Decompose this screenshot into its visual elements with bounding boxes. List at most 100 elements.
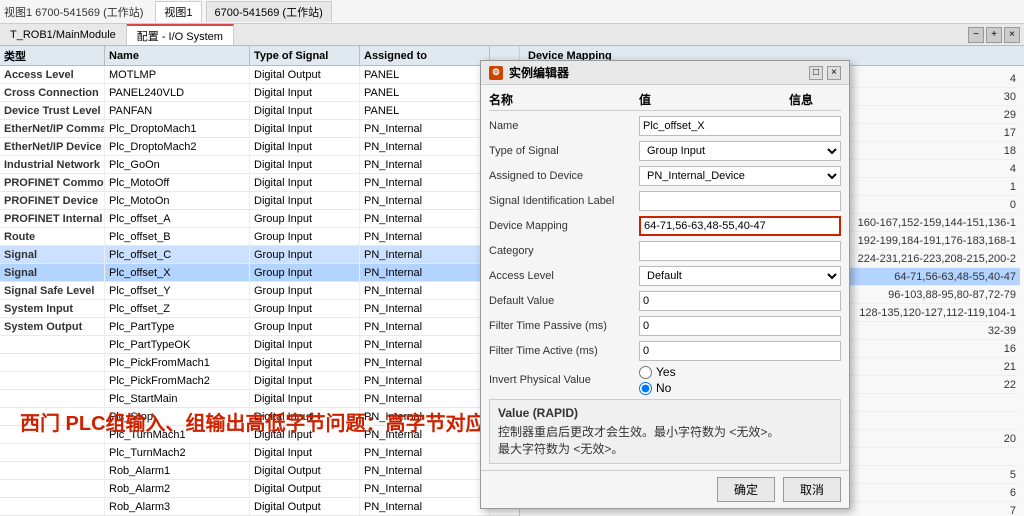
cell-assigned: PN_Internal [360, 390, 490, 407]
radio-yes-input[interactable] [639, 366, 652, 379]
dialog-body: 名称 值 信息 Name Type of Signal Group Input … [481, 85, 849, 470]
table-row[interactable]: EtherNet/IP Command Plc_DroptoMach1 Digi… [0, 120, 519, 138]
filter-passive-input[interactable] [639, 316, 841, 336]
radio-no-label: No [656, 381, 671, 395]
table-row[interactable]: Plc_StartMain Digital Input PN_Internal [0, 390, 519, 408]
type-signal-select[interactable]: Group Input Group Output Digital Input D… [639, 141, 841, 161]
cell-type [0, 372, 105, 389]
radio-yes[interactable]: Yes [639, 365, 841, 379]
signal-id-input[interactable] [639, 191, 841, 211]
dialog-close-btn[interactable]: × [827, 66, 841, 80]
table-row[interactable]: System Output Plc_PartType Group Input P… [0, 318, 519, 336]
cell-signal: Digital Input [250, 372, 360, 389]
instance-editor-dialog[interactable]: ⚙ 实例编辑器 □ × 名称 值 信息 Name Typ [480, 60, 850, 509]
table-row[interactable]: PROFINET Internal Device Plc_offset_A Gr… [0, 210, 519, 228]
minus-btn[interactable]: − [968, 27, 984, 43]
filter-active-input[interactable] [639, 341, 841, 361]
category-input[interactable] [639, 241, 841, 261]
access-level-select[interactable]: Default ReadOnly [639, 266, 841, 286]
table-row[interactable]: EtherNet/IP Device Plc_DroptoMach2 Digit… [0, 138, 519, 156]
cell-signal: Digital Input [250, 336, 360, 353]
top-tab-2[interactable]: 6700-541569 (工作站) [206, 1, 332, 22]
table-row[interactable]: PROFINET Device Plc_MotoOn Digital Input… [0, 192, 519, 210]
cell-signal: Digital Input [250, 84, 360, 101]
cell-type [0, 444, 105, 461]
table-row[interactable]: Plc_PartTypeOK Digital Input PN_Internal [0, 336, 519, 354]
field-type-signal-label: Type of Signal [489, 145, 639, 157]
cell-type [0, 462, 105, 479]
cell-type [0, 354, 105, 371]
cell-signal: Group Input [250, 264, 360, 281]
ok-button[interactable]: 确定 [717, 477, 775, 502]
table-row[interactable]: Rob_Alarm3 Digital Output PN_Internal [0, 498, 519, 516]
cell-name: Plc_offset_Z [105, 300, 250, 317]
nav-tab-2[interactable]: 配置 - I/O System [127, 24, 234, 45]
top-tab-1[interactable]: 视图1 [155, 1, 201, 22]
cell-signal: Digital Output [250, 66, 360, 83]
table-row[interactable]: Device Trust Level PANFAN Digital Input … [0, 102, 519, 120]
table-row[interactable]: Rob_Alarm2 Digital Output PN_Internal [0, 480, 519, 498]
cell-signal: Digital Input [250, 354, 360, 371]
field-filter-passive-value [639, 316, 841, 336]
table-row[interactable]: Signal Safe Level Plc_offset_Y Group Inp… [0, 282, 519, 300]
col-header-name: Name [105, 46, 250, 65]
table-row[interactable]: Industrial Network Plc_GoOn Digital Inpu… [0, 156, 519, 174]
assigned-device-select[interactable]: PN_Internal_Device [639, 166, 841, 186]
cell-name: Plc_DroptoMach1 [105, 120, 250, 137]
default-value-input[interactable] [639, 291, 841, 311]
table-row[interactable]: Signal Plc_offset_X Group Input PN_Inter… [0, 264, 519, 282]
tab-controls: − + × [968, 27, 1024, 43]
cell-name: Plc_offset_X [105, 264, 250, 281]
table-body: Access Level MOTLMP Digital Output PANEL… [0, 66, 519, 516]
cell-name: Plc_TurnMach2 [105, 444, 250, 461]
field-device-mapping-value [639, 216, 841, 236]
field-assigned-device: Assigned to Device PN_Internal_Device [489, 165, 841, 187]
cell-signal: Group Input [250, 246, 360, 263]
dialog-info-box: Value (RAPID) 控制器重启后更改才会生效。最小字符数为 <无效>。最… [489, 399, 841, 464]
field-filter-active-label: Filter Time Active (ms) [489, 345, 639, 357]
cell-assigned: PANEL [360, 84, 490, 101]
cell-signal: Group Input [250, 318, 360, 335]
plus-btn[interactable]: + [986, 27, 1002, 43]
close-btn[interactable]: × [1004, 27, 1020, 43]
col-header-type: 类型 [0, 46, 105, 65]
field-invert-label: Invert Physical Value [489, 374, 639, 386]
cell-assigned: PN_Internal [360, 174, 490, 191]
table-row[interactable]: Rob_Alarm1 Digital Output PN_Internal [0, 462, 519, 480]
field-invert-value-container: Yes No [639, 365, 841, 395]
dialog-minimize-btn[interactable]: □ [809, 66, 823, 80]
radio-no-input[interactable] [639, 382, 652, 395]
cell-type: System Input [0, 300, 105, 317]
device-mapping-input[interactable] [639, 216, 841, 236]
cancel-button[interactable]: 取消 [783, 477, 841, 502]
cell-assigned: PN_Internal [360, 462, 490, 479]
table-row[interactable]: Plc_PickFromMach1 Digital Input PN_Inter… [0, 354, 519, 372]
dialog-col-header: 名称 值 信息 [489, 91, 841, 111]
nav-tab-1[interactable]: T_ROB1/MainModule [0, 24, 127, 45]
cell-assigned: PN_Internal [360, 354, 490, 371]
cell-signal: Group Input [250, 210, 360, 227]
table-row[interactable]: PROFINET Common Data Plc_MotoOff Digital… [0, 174, 519, 192]
table-row[interactable]: Access Level MOTLMP Digital Output PANEL [0, 66, 519, 84]
cell-name: Rob_Alarm2 [105, 480, 250, 497]
name-input[interactable] [639, 116, 841, 136]
field-device-mapping-label: Device Mapping [489, 220, 639, 232]
cell-type: PROFINET Common Data [0, 174, 105, 191]
cell-type [0, 480, 105, 497]
table-row[interactable]: System Input Plc_offset_Z Group Input PN… [0, 300, 519, 318]
table-header: 类型 Name Type of Signal Assigned to [0, 46, 519, 66]
table-row[interactable]: Plc_PickFromMach2 Digital Input PN_Inter… [0, 372, 519, 390]
cell-name: PANFAN [105, 102, 250, 119]
radio-no[interactable]: No [639, 381, 841, 395]
table-row[interactable]: Signal Plc_offset_C Group Input PN_Inter… [0, 246, 519, 264]
table-row[interactable]: Route Plc_offset_B Group Input PN_Intern… [0, 228, 519, 246]
table-row[interactable]: Plc_TurnMach2 Digital Input PN_Internal [0, 444, 519, 462]
field-default-value-value [639, 291, 841, 311]
cell-signal: Group Input [250, 300, 360, 317]
table-row[interactable]: Cross Connection PANEL240VLD Digital Inp… [0, 84, 519, 102]
field-filter-active: Filter Time Active (ms) [489, 340, 841, 362]
cell-assigned: PN_Internal [360, 282, 490, 299]
annotation-text: 西门 PLC组输入、组输出高低字节问题：高字节对应低字节 [20, 407, 546, 436]
cell-name: Rob_Alarm1 [105, 462, 250, 479]
cell-name: Plc_offset_A [105, 210, 250, 227]
